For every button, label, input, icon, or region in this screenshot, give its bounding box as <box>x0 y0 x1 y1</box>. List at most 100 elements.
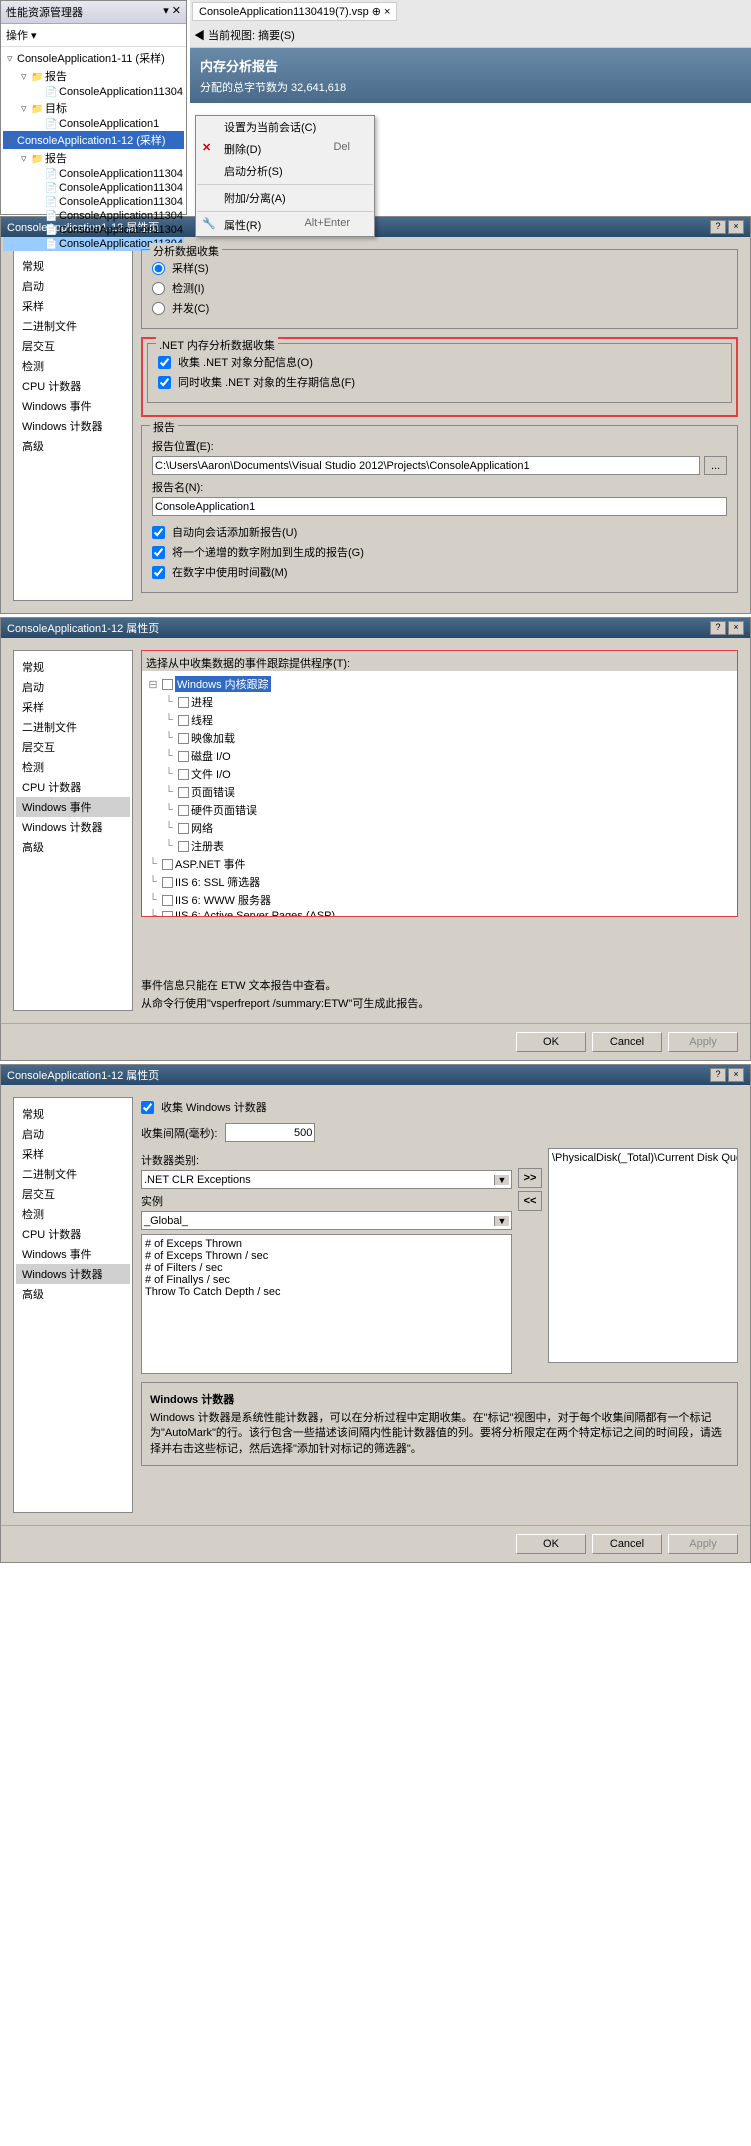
nav-item[interactable]: CPU 计数器 <box>16 376 130 396</box>
context-menu[interactable]: 设置为当前会话(C)✕删除(D)Del启动分析(S)附加/分离(A)🔧属性(R)… <box>195 115 375 237</box>
nav-item[interactable]: 采样 <box>16 296 130 316</box>
tab-close-icon[interactable]: × <box>384 6 390 18</box>
nav-item[interactable]: 启动 <box>16 1124 130 1144</box>
tree-item[interactable]: ▿报告 <box>3 67 184 85</box>
radio-concurrency[interactable] <box>152 302 165 315</box>
instance-combo[interactable]: _Global_▼ <box>141 1211 512 1230</box>
check-collect-counters[interactable] <box>141 1101 154 1114</box>
nav-item[interactable]: 检测 <box>16 757 130 777</box>
event-tree-item[interactable]: └IIS 6: WWW 服务器 <box>146 891 733 909</box>
tree-item[interactable]: ConsoleApplication113041 <box>3 181 184 195</box>
nav-item[interactable]: 检测 <box>16 356 130 376</box>
nav-item[interactable]: Windows 计数器 <box>16 817 130 837</box>
add-counter-button[interactable]: >> <box>518 1168 542 1188</box>
event-tree-item[interactable]: └硬件页面错误 <box>146 801 733 819</box>
list-item[interactable]: # of Finallys / sec <box>145 1274 508 1286</box>
nav-item[interactable]: 二进制文件 <box>16 316 130 336</box>
nav-item[interactable]: CPU 计数器 <box>16 777 130 797</box>
event-tree-item[interactable]: └IIS 6: Active Server Pages (ASP) <box>146 909 733 916</box>
nav-item[interactable]: 常规 <box>16 256 130 276</box>
selected-counters-list[interactable]: \PhysicalDisk(_Total)\Current Disk Queue… <box>548 1148 738 1363</box>
nav-item[interactable]: 二进制文件 <box>16 1164 130 1184</box>
nav-item[interactable]: 常规 <box>16 657 130 677</box>
event-tree-item[interactable]: └线程 <box>146 711 733 729</box>
nav-list[interactable]: 常规启动采样二进制文件层交互检测CPU 计数器Windows 事件Windows… <box>13 1097 133 1513</box>
menu-item[interactable]: ✕删除(D)Del <box>196 138 374 160</box>
report-location-input[interactable] <box>152 456 700 475</box>
category-combo[interactable]: .NET CLR Exceptions▼ <box>141 1170 512 1189</box>
event-tree-item[interactable]: └进程 <box>146 693 733 711</box>
check-timestamp[interactable] <box>152 566 165 579</box>
event-tree-item[interactable]: └IIS 6: SSL 筛选器 <box>146 873 733 891</box>
nav-item[interactable]: 层交互 <box>16 336 130 356</box>
event-tree[interactable]: ⊟Windows 内核跟踪└进程└线程└映像加载└磁盘 I/O└文件 I/O└页… <box>142 671 737 916</box>
nav-item[interactable]: 层交互 <box>16 1184 130 1204</box>
nav-item[interactable]: 层交互 <box>16 737 130 757</box>
cancel-button[interactable]: Cancel <box>592 1032 662 1052</box>
menu-item[interactable]: 🔧属性(R)Alt+Enter <box>196 214 374 236</box>
list-item[interactable]: # of Filters / sec <box>145 1262 508 1274</box>
report-name-input[interactable] <box>152 497 727 516</box>
nav-item[interactable]: Windows 计数器 <box>16 1264 130 1284</box>
event-tree-item[interactable]: └磁盘 I/O <box>146 747 733 765</box>
nav-item[interactable]: 采样 <box>16 1144 130 1164</box>
event-tree-item[interactable]: └网络 <box>146 819 733 837</box>
remove-counter-button[interactable]: << <box>518 1191 542 1211</box>
close-button[interactable]: × <box>728 1068 744 1082</box>
event-tree-item[interactable]: └页面错误 <box>146 783 733 801</box>
event-tree-item[interactable]: └ASP.NET 事件 <box>146 855 733 873</box>
nav-item[interactable]: Windows 事件 <box>16 1244 130 1264</box>
help-button[interactable]: ? <box>710 220 726 234</box>
close-button[interactable]: × <box>728 220 744 234</box>
list-item[interactable]: Throw To Catch Depth / sec <box>145 1286 508 1298</box>
apply-button[interactable]: Apply <box>668 1534 738 1554</box>
nav-item[interactable]: Windows 事件 <box>16 797 130 817</box>
counters-list[interactable]: # of Exceps Thrown# of Exceps Thrown / s… <box>141 1234 512 1374</box>
nav-item[interactable]: 采样 <box>16 697 130 717</box>
view-selector[interactable]: ◀ 当前视图: 摘要(S) <box>190 23 751 48</box>
nav-item[interactable]: Windows 事件 <box>16 396 130 416</box>
tree-item[interactable]: ConsoleApplication1 <box>3 117 184 131</box>
close-button[interactable]: × <box>728 621 744 635</box>
check-alloc[interactable] <box>158 356 171 369</box>
tree-item[interactable]: ConsoleApplication113041 <box>3 223 184 237</box>
nav-item[interactable]: 启动 <box>16 677 130 697</box>
nav-item[interactable]: 二进制文件 <box>16 717 130 737</box>
tree-item[interactable]: ConsoleApplication113041 <box>3 209 184 223</box>
cancel-button[interactable]: Cancel <box>592 1534 662 1554</box>
event-tree-item[interactable]: ⊟Windows 内核跟踪 <box>146 675 733 693</box>
nav-list[interactable]: 常规启动采样二进制文件层交互检测CPU 计数器Windows 事件Windows… <box>13 249 133 601</box>
nav-item[interactable]: 高级 <box>16 1284 130 1304</box>
event-tree-item[interactable]: └映像加载 <box>146 729 733 747</box>
radio-instrument[interactable] <box>152 282 165 295</box>
list-item[interactable]: \PhysicalDisk(_Total)\Current Disk Queue… <box>552 1152 734 1164</box>
menu-item[interactable]: 附加/分离(A) <box>196 187 374 209</box>
pin-icon[interactable]: ▾ ✕ <box>163 4 181 20</box>
nav-item[interactable]: CPU 计数器 <box>16 1224 130 1244</box>
tree-item[interactable]: ConsoleApplication113041 <box>3 195 184 209</box>
check-lifetime[interactable] <box>158 376 171 389</box>
tree-item[interactable]: ConsoleApplication1130419.vsp <box>3 85 184 99</box>
list-item[interactable]: # of Exceps Thrown <box>145 1238 508 1250</box>
tree-item[interactable]: ▿目标 <box>3 99 184 117</box>
tree-item[interactable]: ▿ConsoleApplication1-11 (采样) <box>3 49 184 67</box>
tab-pin-icon[interactable]: ⊕ <box>372 5 381 18</box>
browse-button[interactable]: ... <box>704 456 727 475</box>
ok-button[interactable]: OK <box>516 1534 586 1554</box>
menu-item[interactable]: 启动分析(S) <box>196 160 374 182</box>
ok-button[interactable]: OK <box>516 1032 586 1052</box>
interval-input[interactable] <box>225 1123 315 1142</box>
event-tree-item[interactable]: └文件 I/O <box>146 765 733 783</box>
apply-button[interactable]: Apply <box>668 1032 738 1052</box>
nav-item[interactable]: Windows 计数器 <box>16 416 130 436</box>
nav-item[interactable]: 高级 <box>16 436 130 456</box>
help-button[interactable]: ? <box>710 621 726 635</box>
tree-item[interactable]: ▿报告 <box>3 149 184 167</box>
list-item[interactable]: # of Exceps Thrown / sec <box>145 1250 508 1262</box>
tree-item[interactable]: ▿ConsoleApplication1-12 (采样) <box>3 131 184 149</box>
help-button[interactable]: ? <box>710 1068 726 1082</box>
tree-item[interactable]: ConsoleApplication113041 <box>3 167 184 181</box>
explorer-tree[interactable]: ▿ConsoleApplication1-11 (采样)▿报告ConsoleAp… <box>1 47 186 253</box>
nav-list[interactable]: 常规启动采样二进制文件层交互检测CPU 计数器Windows 事件Windows… <box>13 650 133 1011</box>
check-auto-add[interactable] <box>152 526 165 539</box>
